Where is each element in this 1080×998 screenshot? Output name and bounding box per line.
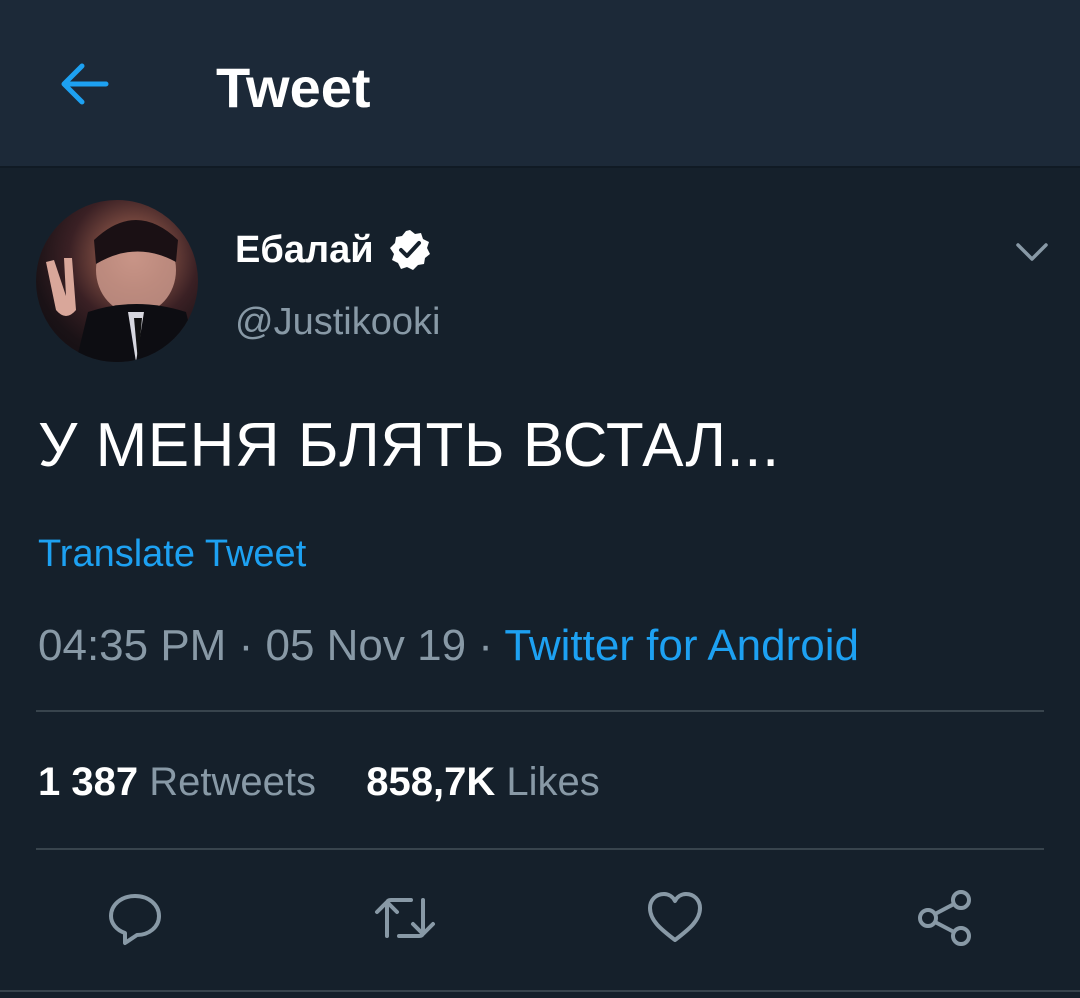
tweet-actions xyxy=(0,882,1080,954)
translate-tweet-link[interactable]: Translate Tweet xyxy=(38,530,306,578)
divider xyxy=(36,710,1044,712)
tweet-detail: Ебалай @Justikooki У МЕНЯ БЛЯТЬ ВСТАЛ...… xyxy=(0,170,1080,998)
share-icon xyxy=(918,890,971,946)
divider xyxy=(0,990,1080,992)
tweet-source-link[interactable]: Twitter for Android xyxy=(504,621,859,670)
meta-separator: · xyxy=(478,621,493,670)
verified-badge-icon xyxy=(389,230,430,270)
avatar[interactable] xyxy=(36,200,198,362)
retweets-count: 1 387 xyxy=(38,760,139,804)
chevron-down-icon xyxy=(1016,243,1048,261)
retweets-stat[interactable]: 1 387 Retweets xyxy=(38,760,327,804)
heart-icon xyxy=(648,892,702,942)
back-button[interactable] xyxy=(52,52,116,116)
retweets-label: Retweets xyxy=(149,760,316,804)
engagement-stats: 1 387 Retweets 858,7K Likes xyxy=(38,756,600,808)
likes-label: Likes xyxy=(506,760,600,804)
like-button[interactable] xyxy=(639,882,711,954)
arrow-left-icon xyxy=(61,63,109,105)
likes-count: 858,7K xyxy=(366,760,496,804)
share-button[interactable] xyxy=(909,882,981,954)
retweet-icon xyxy=(375,898,435,938)
author-handle[interactable]: @Justikooki xyxy=(235,298,440,346)
meta-separator: · xyxy=(238,621,254,670)
tweet-date: 05 Nov 19 xyxy=(265,621,467,670)
author-name-row: Ебалай xyxy=(235,226,432,274)
tweet-text: У МЕНЯ БЛЯТЬ ВСТАЛ... xyxy=(38,411,780,480)
divider xyxy=(36,848,1044,850)
tweet-options-button[interactable] xyxy=(1008,228,1056,276)
tweet-metadata: 04:35 PM · 05 Nov 19 · Twitter for Andro… xyxy=(38,620,859,672)
top-app-bar: Tweet xyxy=(0,0,1080,168)
author-display-name[interactable]: Ебалай xyxy=(235,226,374,274)
likes-stat[interactable]: 858,7K Likes xyxy=(366,760,600,804)
reply-icon xyxy=(109,894,161,945)
tweet-time: 04:35 PM xyxy=(38,621,227,670)
retweet-button[interactable] xyxy=(369,882,441,954)
avatar-image xyxy=(46,220,198,362)
reply-button[interactable] xyxy=(99,882,171,954)
page-title: Tweet xyxy=(216,56,371,119)
